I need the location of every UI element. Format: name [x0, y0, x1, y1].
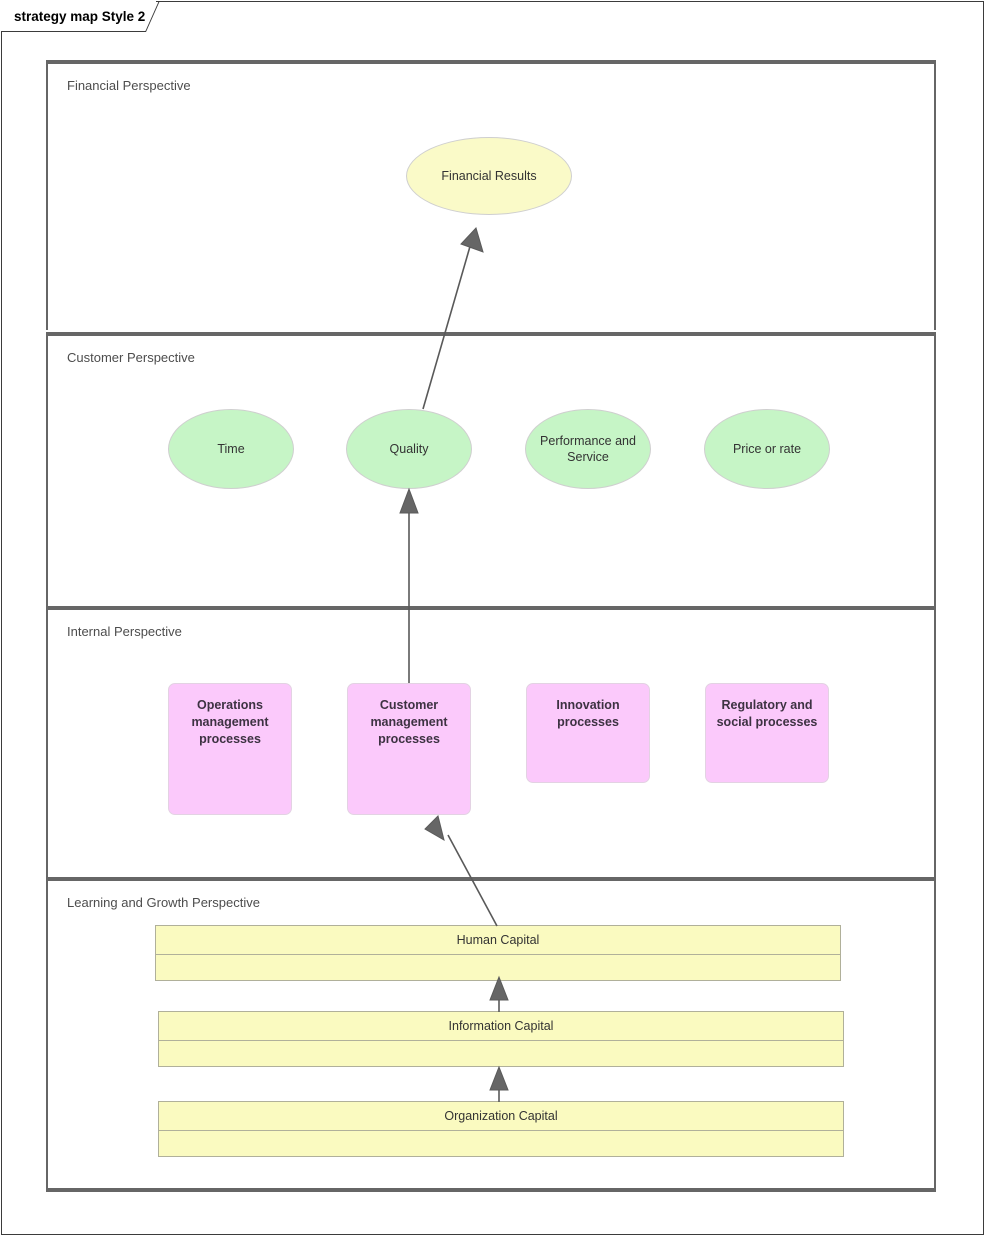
- node-innovation-processes[interactable]: Innovation processes: [526, 683, 650, 783]
- node-label: Quality: [389, 442, 429, 456]
- band-label-internal: Internal Perspective: [67, 624, 182, 639]
- node-price-or-rate[interactable]: Price or rate: [704, 409, 830, 489]
- title-tab-underline: [1, 31, 146, 32]
- node-label: Financial Results: [441, 169, 537, 183]
- node-organization-capital[interactable]: Organization Capital: [158, 1101, 844, 1157]
- node-label: Operations management processes: [191, 698, 269, 746]
- band-label-customer: Customer Perspective: [67, 350, 195, 365]
- node-regulatory-and-social-processes[interactable]: Regulatory and social processes: [705, 683, 829, 783]
- diagram-canvas: strategy map Style 2 Financial Perspecti…: [0, 0, 987, 1238]
- node-information-capital[interactable]: Information Capital: [158, 1011, 844, 1067]
- node-performance-and-service[interactable]: Performance and Service: [525, 409, 651, 489]
- node-time[interactable]: Time: [168, 409, 294, 489]
- node-operations-management-processes[interactable]: Operations management processes: [168, 683, 292, 815]
- node-financial-results[interactable]: Financial Results: [406, 137, 572, 215]
- node-label: Human Capital: [156, 926, 840, 955]
- node-customer-management-processes[interactable]: Customer management processes: [347, 683, 471, 815]
- band-label-learning-growth: Learning and Growth Perspective: [67, 895, 260, 910]
- node-label: Information Capital: [159, 1012, 843, 1041]
- node-label: Time: [217, 442, 245, 456]
- node-label: Customer management processes: [370, 698, 448, 746]
- node-body: [159, 1131, 843, 1185]
- node-quality[interactable]: Quality: [346, 409, 472, 489]
- node-label: Organization Capital: [159, 1102, 843, 1131]
- node-body: [156, 955, 840, 1009]
- node-label: Regulatory and social processes: [716, 698, 818, 729]
- node-label: Performance and Service: [540, 434, 636, 464]
- diagram-title-tab[interactable]: strategy map Style 2: [1, 1, 157, 32]
- node-label: Innovation processes: [556, 698, 620, 729]
- diagram-title-label: strategy map Style 2: [14, 9, 146, 24]
- band-label-financial: Financial Perspective: [67, 78, 191, 93]
- node-label: Price or rate: [732, 442, 802, 456]
- node-human-capital[interactable]: Human Capital: [155, 925, 841, 981]
- node-body: [159, 1041, 843, 1095]
